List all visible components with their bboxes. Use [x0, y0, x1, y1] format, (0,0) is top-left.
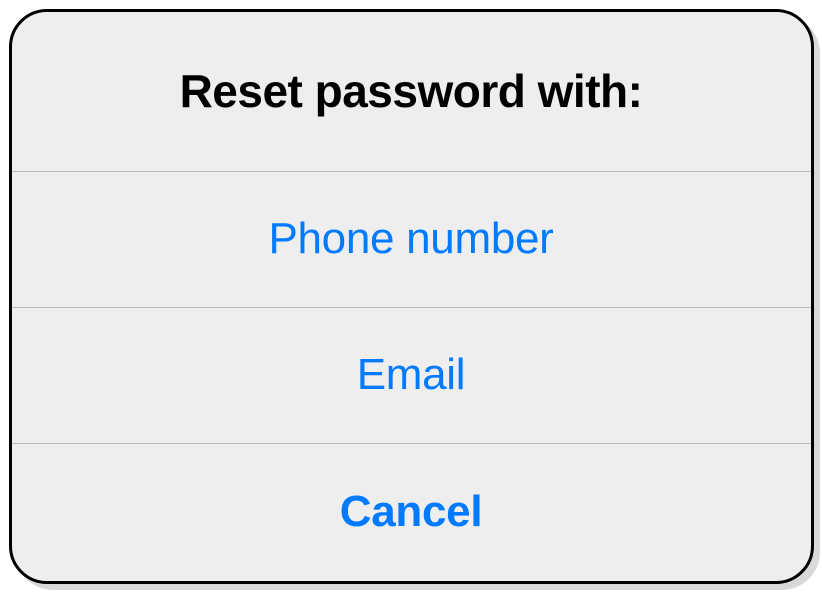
option-label: Email: [357, 350, 466, 400]
cancel-label: Cancel: [340, 487, 483, 537]
dialog-header: Reset password with:: [12, 12, 811, 172]
action-sheet: Reset password with: Phone number Email …: [9, 9, 814, 584]
dialog-title: Reset password with:: [180, 64, 643, 118]
cancel-button[interactable]: Cancel: [12, 444, 811, 581]
option-email[interactable]: Email: [12, 308, 811, 444]
option-phone-number[interactable]: Phone number: [12, 172, 811, 308]
option-label: Phone number: [268, 214, 553, 264]
